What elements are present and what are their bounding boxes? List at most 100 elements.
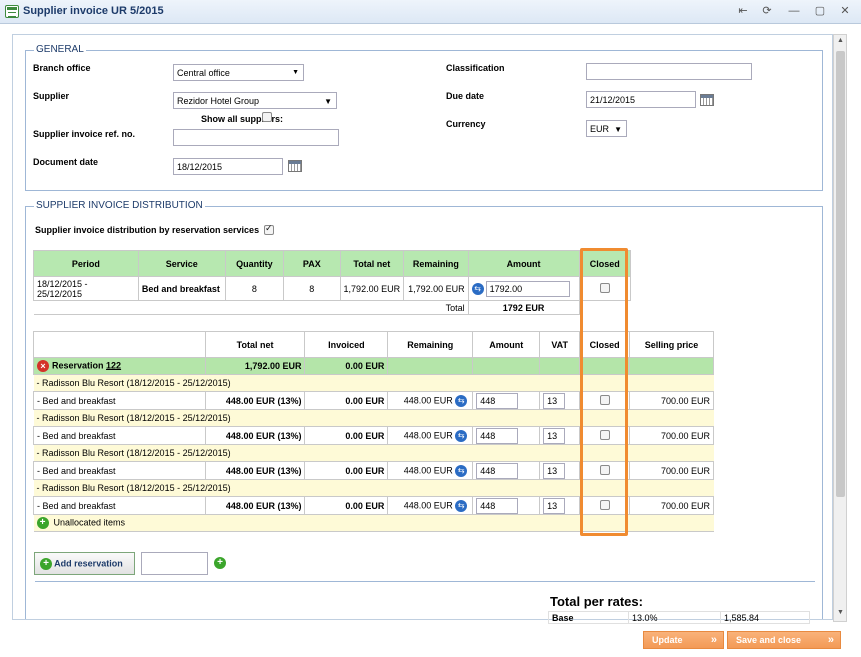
vat-input[interactable]: 13 (543, 392, 566, 409)
scroll-down-icon[interactable]: ▼ (836, 609, 845, 619)
chevron-down-icon: ▼ (292, 69, 299, 76)
vat-input[interactable]: 13 (543, 427, 566, 444)
selling-price-cell: 700.00 EUR (629, 391, 714, 410)
remaining-cell: 448.00 EUR ⇆ (387, 461, 474, 480)
col-invoiced: Invoiced (304, 331, 389, 358)
update-button[interactable]: Update » (643, 631, 724, 649)
window-titlebar: Supplier invoice UR 5/2015 ⇤ ⟳ — ▢ ✕ (0, 0, 861, 24)
double-chevron-right-icon: » (710, 634, 717, 646)
rate-percent: 13.0% (628, 611, 721, 624)
invoiced-cell: 0.00 EUR (304, 391, 389, 410)
remaining-cell: 448.00 EUR ⇆ (387, 391, 474, 410)
vat-input[interactable]: 13 (543, 497, 566, 514)
rates-title: Total per rates: (550, 594, 643, 609)
invoice-app-icon (5, 5, 19, 18)
reservation-number-input[interactable] (141, 552, 208, 575)
currency-value: EUR (590, 124, 610, 134)
amount-input[interactable]: 448 (476, 497, 519, 514)
remove-reservation-icon[interactable]: × (37, 360, 49, 372)
service-summary-table: Period Service Quantity PAX Total net Re… (33, 250, 632, 315)
invoice-form: GENERAL Branch office Central office ▼ S… (12, 34, 833, 620)
branch-office-select[interactable]: Central office ▼ (173, 64, 304, 81)
reservation-empty (629, 357, 714, 375)
refresh-icon[interactable]: ⟳ (757, 3, 777, 19)
add-reservation-button[interactable]: + Add reservation (34, 552, 135, 575)
classification-label: Classification (446, 63, 505, 73)
currency-select[interactable]: EUR ▼ (586, 120, 627, 137)
reservation-empty (472, 357, 541, 375)
double-chevron-right-icon: » (827, 634, 834, 646)
col-amount: Amount (472, 331, 541, 358)
due-date-input[interactable]: 21/12/2015 (586, 91, 696, 108)
classification-input[interactable] (586, 63, 752, 80)
pin-icon[interactable]: ⇤ (733, 3, 753, 19)
supplier-select[interactable]: Rezidor Hotel Group ▼ (173, 92, 337, 109)
transfer-arrow-icon[interactable]: ⇆ (471, 282, 484, 295)
plus-icon: + (40, 558, 52, 570)
supplier-value: Rezidor Hotel Group (177, 96, 260, 106)
add-unallocated-icon[interactable]: + (36, 517, 49, 529)
document-date-label: Document date (33, 157, 99, 167)
reservation-link[interactable]: 122 (106, 360, 121, 370)
col-item (33, 331, 206, 358)
add-reservation-label: Add reservation (54, 558, 123, 569)
show-all-suppliers-checkbox[interactable] (262, 112, 272, 122)
closed-column-highlight (580, 248, 628, 536)
vat-input[interactable]: 13 (543, 462, 566, 479)
amount-input[interactable]: 448 (476, 392, 519, 409)
transfer-arrow-icon[interactable]: ⇆ (455, 464, 468, 477)
quantity-cell: 8 (224, 276, 285, 301)
remaining-value: 448.00 EUR (403, 394, 453, 405)
window-title: Supplier invoice UR 5/2015 (23, 5, 164, 17)
add-icon[interactable]: + (214, 557, 226, 569)
col-selling-price: Selling price (629, 331, 714, 358)
col-total-net: Total net (339, 250, 405, 277)
amount-cell: ⇆ 1792.00 (467, 276, 580, 301)
distribution-by-services-checkbox[interactable] (264, 223, 274, 235)
col-amount: Amount (467, 250, 580, 277)
amount-input[interactable]: 1792.00 (485, 280, 570, 297)
transfer-arrow-icon[interactable]: ⇆ (455, 394, 468, 407)
remaining-cell: 448.00 EUR ⇆ (387, 496, 474, 515)
amount-input[interactable]: 448 (476, 462, 519, 479)
transfer-arrow-icon[interactable]: ⇆ (455, 499, 468, 512)
ref-no-input[interactable] (173, 129, 339, 146)
save-and-close-button[interactable]: Save and close » (727, 631, 841, 649)
general-legend: GENERAL (34, 44, 86, 55)
reservation-invoiced: 0.00 EUR (304, 357, 389, 375)
total-net-cell: 1,792.00 EUR (339, 276, 405, 301)
transfer-arrow-icon[interactable]: ⇆ (455, 429, 468, 442)
distribution-by-services-label: Supplier invoice distribution by reserva… (35, 225, 260, 235)
maximize-icon[interactable]: ▢ (810, 3, 830, 19)
vat-cell: 13 (539, 391, 581, 410)
table-row: 18/12/2015 - 25/12/2015 Bed and breakfas… (33, 276, 632, 301)
calendar-icon[interactable] (288, 160, 302, 172)
minimize-icon[interactable]: — (784, 3, 804, 19)
scroll-up-icon[interactable]: ▲ (836, 37, 845, 47)
reservation-label: Reservation (52, 360, 104, 371)
currency-label: Currency (446, 119, 486, 129)
due-date-label: Due date (446, 91, 485, 101)
invoiced-cell: 0.00 EUR (304, 496, 389, 515)
branch-office-value: Central office (177, 68, 230, 78)
selling-price-cell: 700.00 EUR (629, 496, 714, 515)
calendar-icon[interactable] (700, 94, 714, 106)
vertical-scrollbar[interactable]: ▲ ▼ (833, 34, 847, 622)
remaining-value: 448.00 EUR (403, 464, 453, 475)
table-row: Base 13.0% 1,585.84 (548, 611, 810, 624)
total-label: Total (403, 300, 469, 315)
invoiced-cell: 0.00 EUR (304, 461, 389, 480)
amount-cell: 448 (472, 461, 541, 480)
close-icon[interactable]: ✕ (835, 3, 855, 19)
total-row: Total 1792 EUR (33, 300, 631, 315)
col-total-net: Total net (204, 331, 306, 358)
distribution-section: SUPPLIER INVOICE DISTRIBUTION Supplier i… (25, 200, 823, 619)
total-spacer (33, 300, 404, 315)
scroll-thumb[interactable] (836, 51, 845, 497)
total-net-cell: 448.00 EUR (13%) (204, 461, 306, 480)
remaining-cell: 1,792.00 EUR (403, 276, 469, 301)
reservation-empty (387, 357, 474, 375)
amount-input[interactable]: 448 (476, 427, 519, 444)
selling-price-cell: 700.00 EUR (629, 426, 714, 445)
document-date-input[interactable]: 18/12/2015 (173, 158, 283, 175)
